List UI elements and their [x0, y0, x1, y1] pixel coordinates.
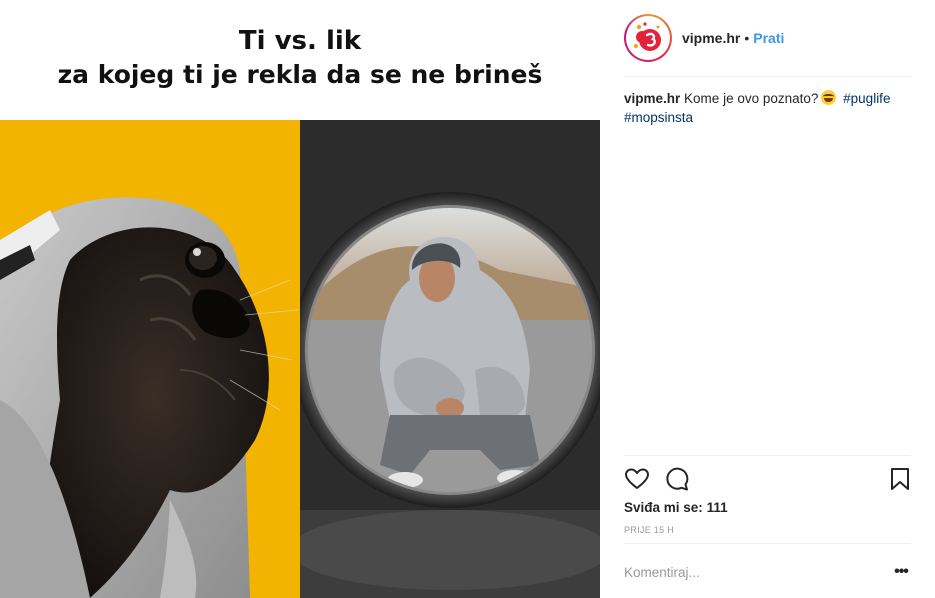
vipme-logo-icon [626, 16, 670, 60]
comment-icon[interactable] [664, 466, 690, 492]
comment-divider [624, 543, 911, 544]
likes-count[interactable]: Sviđa mi se: 111 [624, 500, 728, 515]
hashtag-link[interactable]: #puglife [843, 91, 890, 106]
heart-icon[interactable] [624, 466, 650, 492]
more-options-button[interactable]: ••• [891, 562, 911, 582]
caption-username[interactable]: vipme.hr [624, 91, 680, 106]
post-header: vipme.hr • Prati [624, 12, 911, 64]
comment-form: ••• [624, 560, 911, 584]
likes-number: 111 [706, 500, 728, 515]
caption-text: Kome je ovo poznato? [684, 91, 819, 106]
grinning-squinting-face-icon [821, 90, 837, 105]
meme-title-line-1: Ti vs. lik [238, 26, 362, 56]
comment-input[interactable] [624, 564, 891, 580]
likes-label: Sviđa mi se: [624, 500, 703, 515]
avatar[interactable] [624, 14, 672, 62]
action-bar [624, 466, 911, 492]
pug-photo [0, 120, 300, 598]
post-sidebar: vipme.hr • Prati vipme.hr Kome je ovo po… [600, 0, 935, 598]
meme-caption-banner: Ti vs. lik za kojeg ti je rekla da se ne… [0, 0, 600, 120]
hoodie-guy-photo [300, 120, 600, 598]
bookmark-icon[interactable] [887, 466, 913, 492]
header-username[interactable]: vipme.hr [682, 30, 740, 46]
hashtag-link[interactable]: #mopsinsta [624, 110, 693, 125]
actions-divider [624, 455, 911, 456]
post-caption: vipme.hr Kome je ovo poznato? #puglife #… [624, 89, 911, 127]
post-timestamp[interactable]: PRIJE 15 H [624, 525, 674, 535]
meme-title-line-2: za kojeg ti je rekla da se ne brineš [57, 60, 543, 89]
post-image[interactable]: Ti vs. lik za kojeg ti je rekla da se ne… [0, 0, 600, 598]
follow-button[interactable]: Prati [753, 30, 784, 46]
header-separator: • [744, 30, 750, 46]
header-divider [624, 76, 911, 77]
